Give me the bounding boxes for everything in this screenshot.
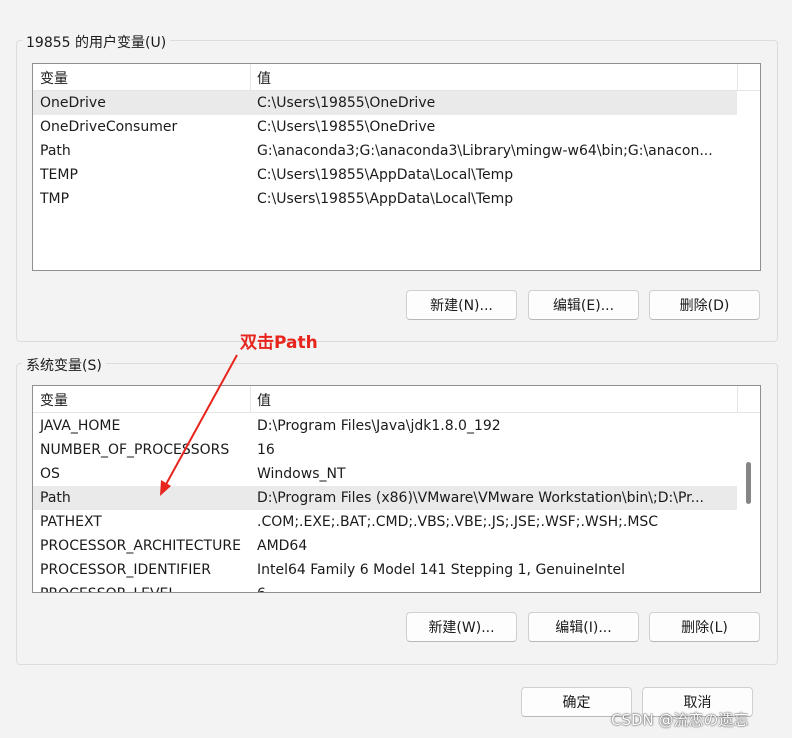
user-new-button[interactable]: 新建(N)... xyxy=(406,290,517,320)
watermark-text: CSDN @流恋の遗忘 xyxy=(611,711,749,729)
user-var-row-path[interactable]: Path G:\anaconda3;G:\anaconda3\Library\m… xyxy=(33,139,737,163)
system-new-button[interactable]: 新建(W)... xyxy=(406,612,517,642)
system-edit-button[interactable]: 编辑(I)... xyxy=(528,612,639,642)
column-header-value[interactable]: 值 xyxy=(257,390,271,410)
sys-var-row-path[interactable]: Path D:\Program Files (x86)\VMware\VMwar… xyxy=(33,486,737,510)
user-var-row-tmp[interactable]: TMP C:\Users\19855\AppData\Local\Temp xyxy=(33,187,737,211)
system-variables-title: 系统变量(S) xyxy=(22,355,106,375)
system-delete-button[interactable]: 删除(L) xyxy=(649,612,760,642)
user-edit-button[interactable]: 编辑(E)... xyxy=(528,290,639,320)
annotation-label: 双击Path xyxy=(240,333,318,353)
user-delete-button[interactable]: 删除(D) xyxy=(649,290,760,320)
sys-var-row-processor-level[interactable]: PROCESSOR_LEVEL 6 xyxy=(33,582,737,592)
sys-var-row-pathext[interactable]: PATHEXT .COM;.EXE;.BAT;.CMD;.VBS;.VBE;.J… xyxy=(33,510,737,534)
column-header-variable[interactable]: 变量 xyxy=(40,68,68,88)
user-list-header: 变量 值 xyxy=(33,64,760,91)
system-list-scrollbar[interactable] xyxy=(746,462,751,504)
sys-var-row-java-home[interactable]: JAVA_HOME D:\Program Files\Java\jdk1.8.0… xyxy=(33,414,737,438)
annotation-arrow-icon xyxy=(160,354,238,496)
user-var-row-temp[interactable]: TEMP C:\Users\19855\AppData\Local\Temp xyxy=(33,163,737,187)
system-variables-list[interactable]: 变量 值 JAVA_HOME D:\Program Files\Java\jdk… xyxy=(32,385,761,593)
user-variables-list[interactable]: 变量 值 OneDrive C:\Users\19855\OneDrive On… xyxy=(32,63,761,271)
column-header-variable[interactable]: 变量 xyxy=(40,390,68,410)
user-variables-title: 19855 的用户变量(U) xyxy=(22,32,171,52)
column-header-value[interactable]: 值 xyxy=(257,68,271,88)
sys-var-row-number-of-processors[interactable]: NUMBER_OF_PROCESSORS 16 xyxy=(33,438,737,462)
sys-var-row-processor-identifier[interactable]: PROCESSOR_IDENTIFIER Intel64 Family 6 Mo… xyxy=(33,558,737,582)
user-var-row-onedriveconsumer[interactable]: OneDriveConsumer C:\Users\19855\OneDrive xyxy=(33,115,737,139)
sys-var-row-processor-architecture[interactable]: PROCESSOR_ARCHITECTURE AMD64 xyxy=(33,534,737,558)
sys-var-row-os[interactable]: OS Windows_NT xyxy=(33,462,737,486)
system-list-header: 变量 值 xyxy=(33,386,760,413)
user-var-row-onedrive[interactable]: OneDrive C:\Users\19855\OneDrive xyxy=(33,91,737,115)
